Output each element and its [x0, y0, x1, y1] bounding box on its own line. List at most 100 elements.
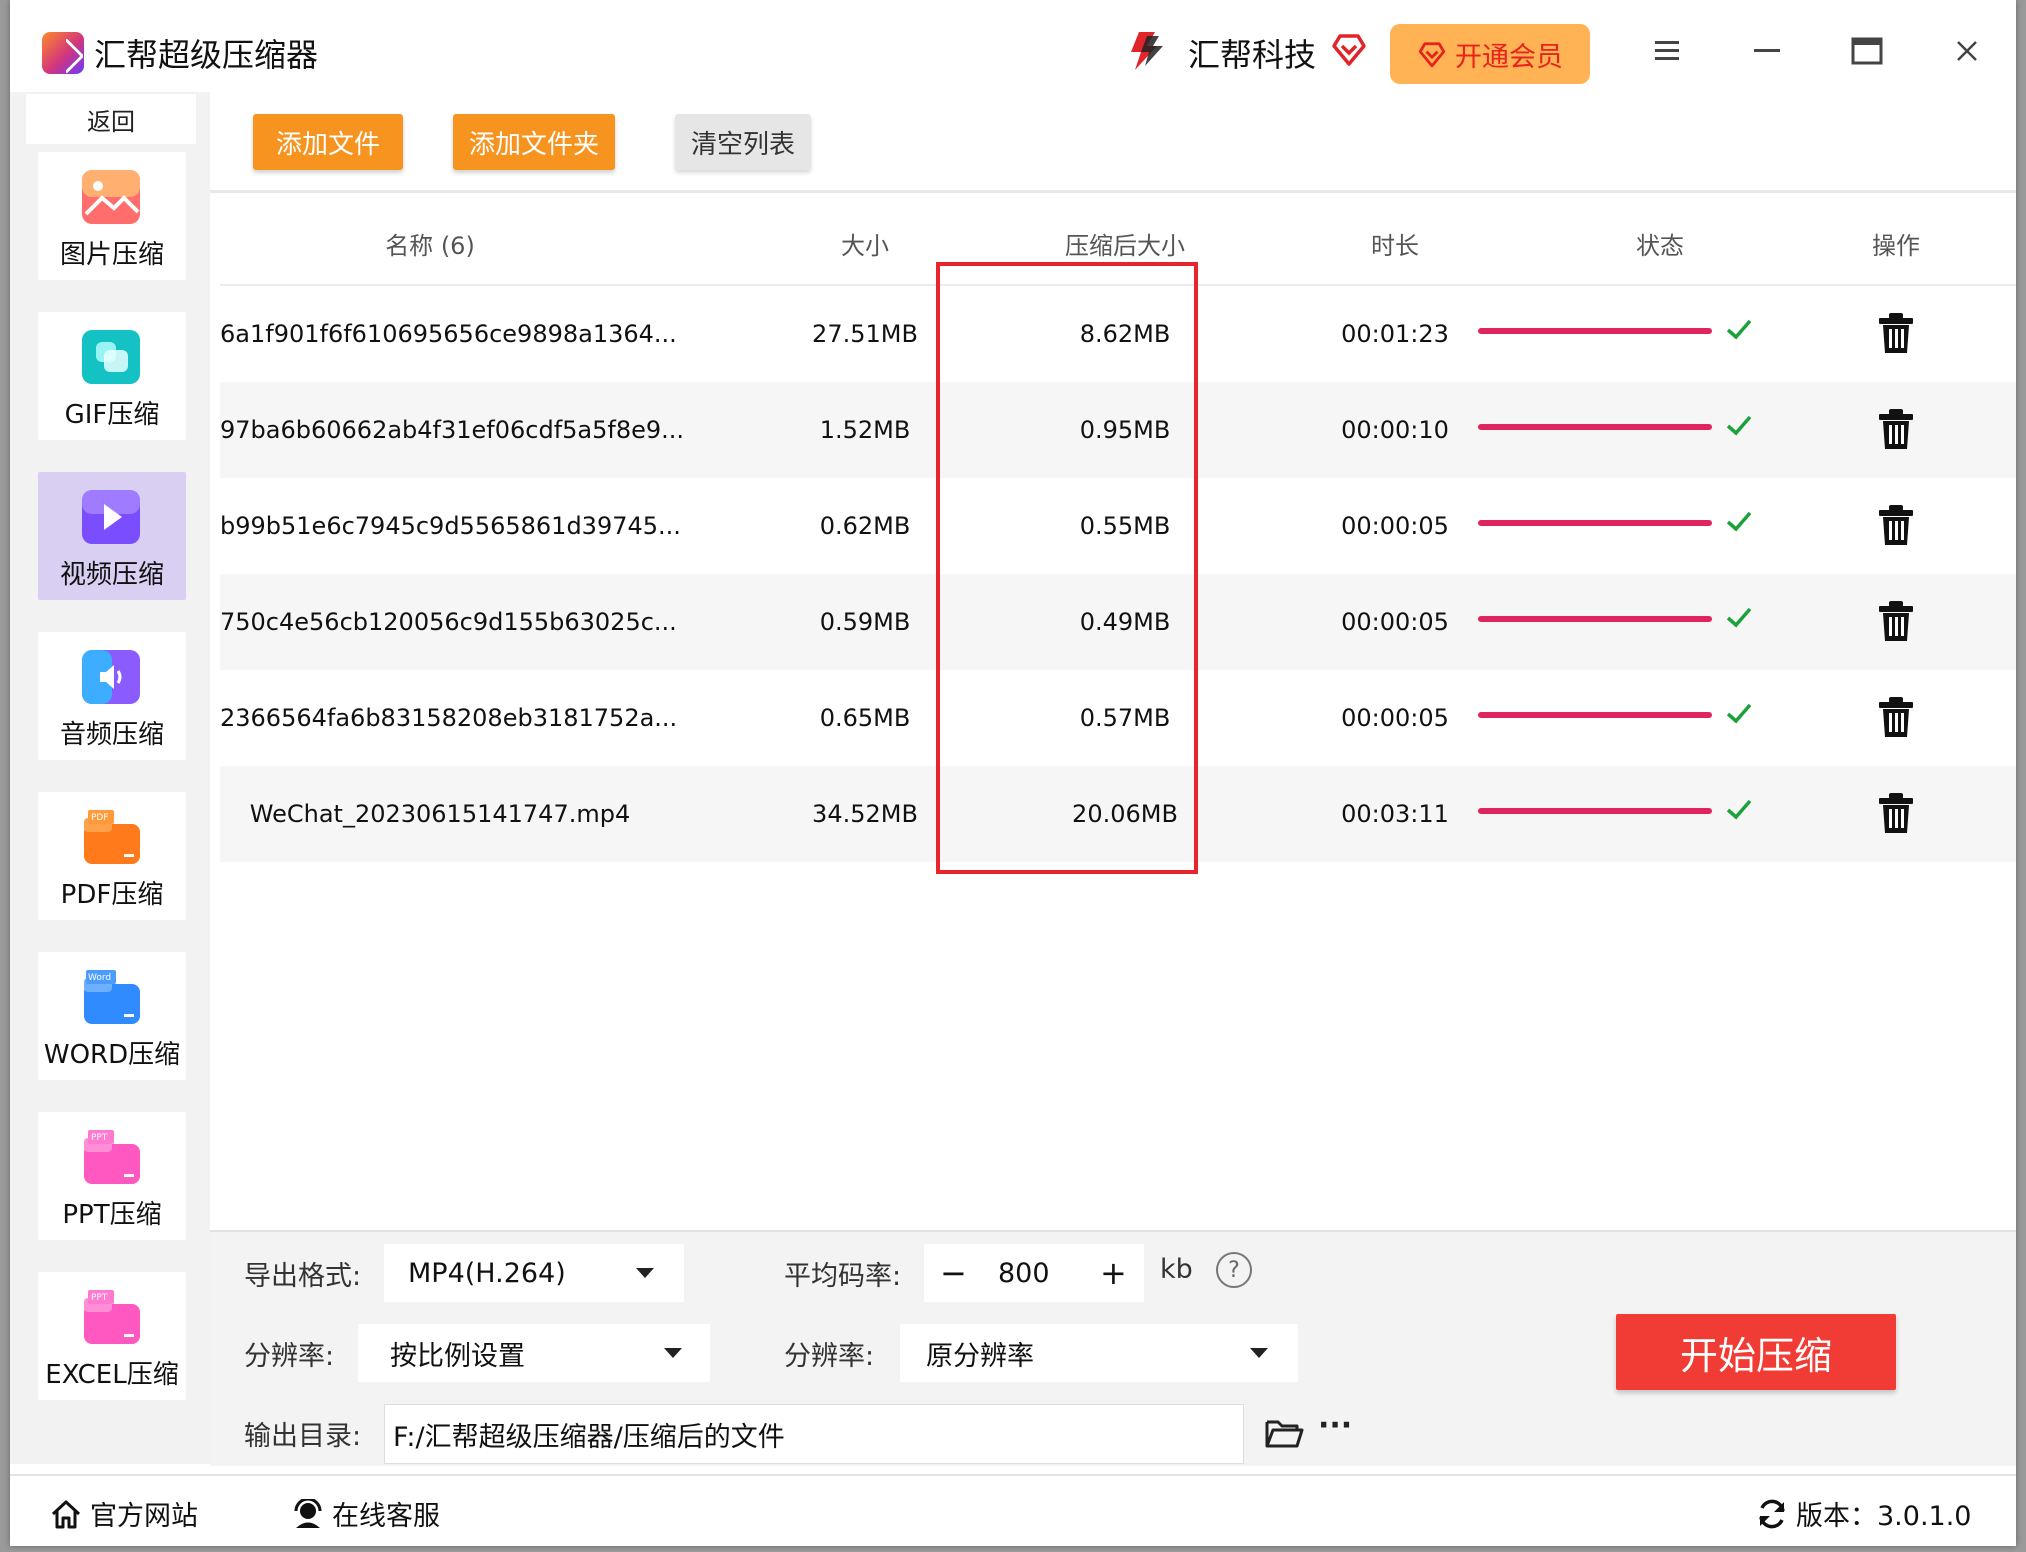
- output-dir-field[interactable]: F:/汇帮超级压缩器/压缩后的文件: [384, 1404, 1244, 1464]
- file-size-cell: 34.52MB: [812, 800, 918, 828]
- file-size-cell: 0.65MB: [819, 704, 911, 732]
- app-title: 汇帮超级压缩器: [94, 36, 319, 74]
- chevron-down-icon: [664, 1348, 682, 1358]
- sidebar-item-gif[interactable]: GIF压缩: [38, 312, 186, 440]
- version-info[interactable]: 版本：3.0.1.0: [1756, 1494, 1971, 1533]
- sidebar-item-label: 音频压缩: [59, 720, 164, 750]
- menu-button[interactable]: [1642, 26, 1692, 76]
- word-folder-icon: Word: [84, 970, 140, 1024]
- column-header-status: 状态: [1636, 232, 1684, 260]
- vip-button-label: 开通会员: [1455, 41, 1563, 73]
- bitrate-unit: kb: [1160, 1254, 1193, 1285]
- maximize-button[interactable]: [1842, 26, 1892, 76]
- duration-cell: 00:00:05: [1341, 608, 1449, 636]
- customer-service-icon: [294, 1498, 322, 1528]
- svg-text:PPT: PPT: [91, 1133, 108, 1143]
- audio-icon: [82, 650, 140, 704]
- file-name-cell: b99b51e6c7945c9d5565861d39745...: [220, 512, 681, 540]
- sidebar-item-label: 视频压缩: [59, 560, 164, 590]
- bitrate-minus-button[interactable]: −: [940, 1254, 967, 1292]
- sidebar-item-pdf[interactable]: PDF PDF压缩: [38, 792, 186, 920]
- sidebar-item-video[interactable]: 视频压缩: [38, 472, 186, 600]
- check-icon: [1726, 415, 1752, 436]
- heart-diamond-icon: [1332, 34, 1366, 66]
- progress-bar: [1478, 808, 1712, 814]
- column-header-name[interactable]: 名称 (6): [220, 226, 640, 261]
- svg-text:PPT: PPT: [91, 1293, 108, 1303]
- compressed-size-highlight-box: [936, 262, 1198, 874]
- check-icon: [1726, 607, 1752, 628]
- sidebar-item-label: PDF压缩: [60, 880, 164, 910]
- online-service-link[interactable]: 在线客服: [292, 1494, 440, 1533]
- folder-open-icon[interactable]: [1264, 1416, 1304, 1450]
- start-compress-button[interactable]: 开始压缩: [1616, 1314, 1896, 1390]
- column-header-action: 操作: [1872, 232, 1920, 260]
- bitrate-plus-button[interactable]: +: [1100, 1254, 1127, 1292]
- output-dir-label: 输出目录:: [244, 1421, 362, 1452]
- sidebar-item-audio[interactable]: 音频压缩: [38, 632, 186, 760]
- more-options-icon[interactable]: ···: [1318, 1408, 1352, 1443]
- vip-heart-icon: [1418, 42, 1446, 68]
- video-play-icon: [82, 490, 140, 544]
- trash-icon[interactable]: [1876, 408, 1916, 450]
- settings-panel: 导出格式: MP4(H.264) 平均码率: − 800 + kb ? 分辨率:…: [210, 1230, 2016, 1466]
- resolution-mode-select[interactable]: 按比例设置: [358, 1324, 710, 1382]
- chevron-down-icon: [1250, 1348, 1268, 1358]
- sidebar-item-ppt[interactable]: PPT PPT压缩: [38, 1112, 186, 1240]
- svg-text:Word: Word: [88, 973, 111, 983]
- progress-bar: [1478, 712, 1712, 718]
- title-bar: 汇帮超级压缩器 汇帮科技 开通会员: [10, 0, 2016, 92]
- trash-icon[interactable]: [1876, 696, 1916, 738]
- sidebar-item-label: WORD压缩: [43, 1040, 181, 1070]
- duration-cell: 00:01:23: [1341, 320, 1449, 348]
- trash-icon[interactable]: [1876, 600, 1916, 642]
- minimize-icon: [1754, 49, 1780, 52]
- help-icon[interactable]: ?: [1216, 1252, 1252, 1288]
- trash-icon[interactable]: [1876, 792, 1916, 834]
- trash-icon[interactable]: [1876, 504, 1916, 546]
- output-dir-value: F:/汇帮超级压缩器/压缩后的文件: [393, 1421, 785, 1453]
- resolution-mode-label: 分辨率:: [244, 1341, 335, 1372]
- add-file-button[interactable]: 添加文件: [253, 114, 403, 170]
- sidebar-item-label: PPT压缩: [62, 1200, 162, 1230]
- bitrate-value[interactable]: 800: [998, 1258, 1050, 1289]
- trash-icon[interactable]: [1876, 312, 1916, 354]
- close-button[interactable]: [1942, 26, 1992, 76]
- column-header-compressed[interactable]: 压缩后大小: [1010, 226, 1240, 261]
- bitrate-label: 平均码率:: [784, 1261, 902, 1292]
- official-website-link[interactable]: 官方网站: [50, 1494, 198, 1533]
- sidebar-item-excel[interactable]: PPT EXCEL压缩: [38, 1272, 186, 1400]
- sidebar: 返回 图片压缩 GIF压缩 视频压缩 音频压缩 PDF PDF压缩 Word W…: [10, 92, 210, 1464]
- vip-button[interactable]: 开通会员: [1390, 24, 1590, 84]
- bitrate-stepper: − 800 +: [924, 1244, 1144, 1302]
- add-folder-button[interactable]: 添加文件夹: [453, 114, 615, 170]
- duration-cell: 00:00:10: [1341, 416, 1449, 444]
- svg-text:PDF: PDF: [91, 813, 109, 823]
- online-service-label: 在线客服: [332, 1501, 440, 1532]
- check-icon: [1726, 511, 1752, 532]
- sidebar-item-image[interactable]: 图片压缩: [38, 152, 186, 280]
- column-header-size[interactable]: 大小: [790, 226, 940, 261]
- file-name-cell: 2366564fa6b83158208eb3181752a...: [220, 704, 678, 732]
- version-label: 版本：3.0.1.0: [1796, 1501, 1972, 1532]
- sidebar-item-word[interactable]: Word WORD压缩: [38, 952, 186, 1080]
- column-header-duration[interactable]: 时长: [1320, 226, 1470, 261]
- excel-folder-icon: PPT: [84, 1290, 140, 1344]
- sidebar-item-label: 图片压缩: [59, 240, 164, 270]
- back-button[interactable]: 返回: [26, 94, 196, 144]
- file-size-cell: 0.62MB: [819, 512, 911, 540]
- minimize-button[interactable]: [1742, 26, 1792, 76]
- file-size-cell: 1.52MB: [819, 416, 911, 444]
- sidebar-item-label: EXCEL压缩: [45, 1360, 179, 1390]
- check-icon: [1726, 319, 1752, 340]
- format-select[interactable]: MP4(H.264): [384, 1244, 684, 1302]
- image-icon: [82, 170, 140, 224]
- resolution-select[interactable]: 原分辨率: [900, 1324, 1298, 1382]
- app-window: 汇帮超级压缩器 汇帮科技 开通会员 返回 图片压缩 GIF压缩 视频压缩 音频压…: [10, 0, 2016, 1546]
- brand-name: 汇帮科技: [1188, 36, 1317, 74]
- clear-list-button[interactable]: 清空列表: [675, 114, 811, 170]
- pdf-folder-icon: PDF: [84, 810, 140, 864]
- sidebar-item-label: GIF压缩: [64, 400, 160, 430]
- file-name-cell: 97ba6b60662ab4f31ef06cdf5a5f8e9...: [220, 416, 685, 444]
- chevron-down-icon: [636, 1268, 654, 1278]
